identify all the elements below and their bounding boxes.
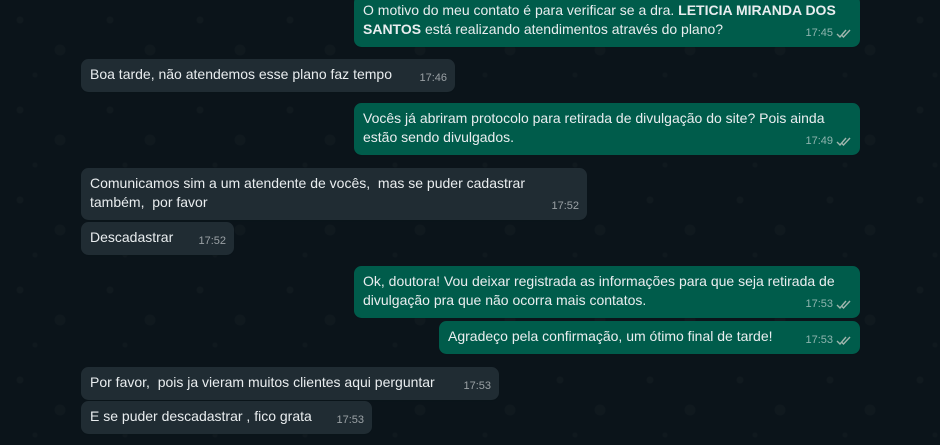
message-text: E se puder descadastrar , fico grata [90,408,312,424]
message-text: Vocês já abriram protocolo para retirada… [363,110,829,145]
double-check-icon [836,299,852,310]
message-incoming[interactable]: Boa tarde, não atendemos esse plano faz … [81,59,455,92]
message-incoming[interactable]: Descadastrar 17:52 [81,222,234,255]
message-text: Comunicamos sim a um atendente de vocês,… [90,175,529,210]
message-outgoing[interactable]: O motivo do meu contato é para verificar… [354,0,860,47]
message-text: Por favor, pois ja vieram muitos cliente… [90,374,435,390]
message-outgoing[interactable]: Vocês já abriram protocolo para retirada… [354,103,860,155]
message-time: 17:46 [419,72,447,84]
double-check-icon [836,136,852,147]
message-outgoing[interactable]: Agradeço pela confirmação, um ótimo fina… [439,321,860,354]
message-outgoing[interactable]: Ok, doutora! Vou deixar registrada as in… [354,266,860,318]
double-check-icon [836,28,852,39]
message-time: 17:53 [805,298,833,310]
message-text: O motivo do meu contato é para verificar… [363,2,840,37]
message-incoming[interactable]: Por favor, pois ja vieram muitos cliente… [81,367,499,400]
message-incoming[interactable]: Comunicamos sim a um atendente de vocês,… [81,168,587,220]
message-text: Agradeço pela confirmação, um ótimo fina… [448,328,773,344]
message-time: 17:53 [336,414,364,426]
message-time: 17:52 [551,200,579,212]
message-time: 17:52 [198,235,226,247]
message-text: Ok, doutora! Vou deixar registrada as in… [363,273,839,308]
message-incoming[interactable]: E se puder descadastrar , fico grata 17:… [81,401,372,434]
message-time: 17:53 [805,334,833,346]
double-check-icon [836,335,852,346]
chat-conversation: O motivo do meu contato é para verificar… [0,0,940,445]
message-time: 17:49 [805,135,833,147]
message-time: 17:45 [805,27,833,39]
message-text: Boa tarde, não atendemos esse plano faz … [90,66,392,82]
message-time: 17:53 [463,380,491,392]
